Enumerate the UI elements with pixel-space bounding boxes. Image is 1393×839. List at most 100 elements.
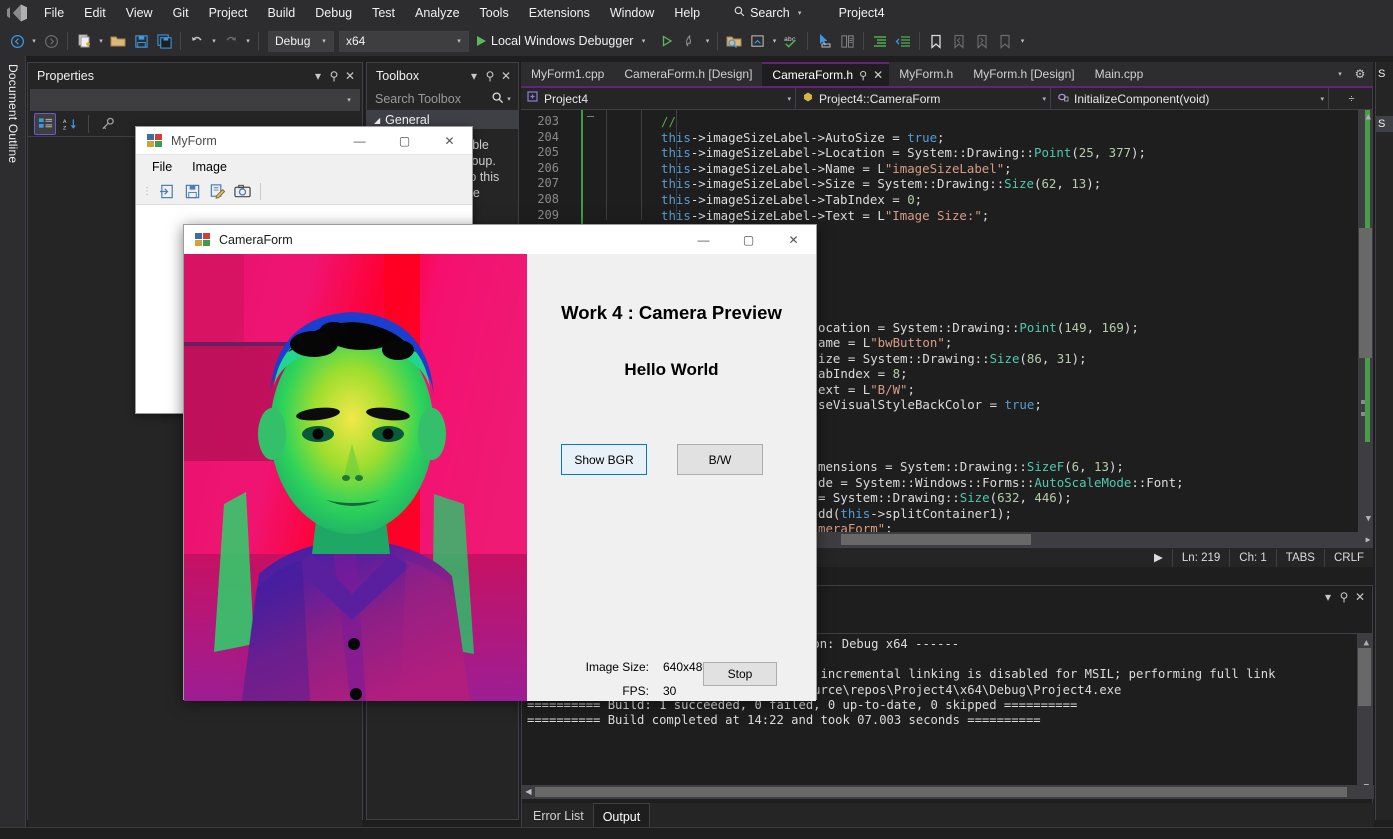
close-icon[interactable]: ✕ [873, 68, 883, 82]
tab-error-list[interactable]: Error List [524, 803, 593, 829]
toolbox-search-input[interactable]: Search Toolbox ▾ [367, 88, 518, 111]
myform-menu-image[interactable]: Image [184, 157, 235, 177]
camera-icon[interactable] [231, 181, 253, 203]
menu-file[interactable]: File [34, 2, 74, 24]
cameraform-title-bar[interactable]: CameraForm — ▢ ✕ [184, 225, 816, 254]
editor-vertical-scrollbar[interactable] [1358, 110, 1373, 547]
menu-help[interactable]: Help [664, 2, 710, 24]
properties-key-icon[interactable] [96, 113, 118, 135]
new-project-icon[interactable] [73, 30, 95, 52]
output-vertical-scrollbar[interactable]: ▲ ▼ [1357, 634, 1372, 794]
close-icon[interactable]: ✕ [1352, 590, 1368, 604]
open-image-icon[interactable] [156, 181, 178, 203]
code-line[interactable]: ext = L"B/W"; [818, 382, 915, 398]
tab-output[interactable]: Output [592, 803, 651, 829]
menu-git[interactable]: Git [163, 2, 199, 24]
menu-edit[interactable]: Edit [74, 2, 116, 24]
gear-icon[interactable]: ⚙ [1352, 67, 1368, 81]
play-outline-icon[interactable] [656, 30, 678, 52]
close-icon[interactable]: ✕ [498, 69, 514, 83]
global-search-box[interactable]: Search ▾ [726, 3, 813, 23]
code-line[interactable]: this->imageSizeLabel->Location = System:… [661, 145, 1146, 161]
stop-button[interactable]: Stop [703, 662, 777, 686]
window-layout-icon[interactable] [746, 30, 768, 52]
windows-taskbar[interactable] [0, 827, 1393, 839]
indent-icon[interactable] [869, 30, 891, 52]
edit-image-icon[interactable] [206, 181, 228, 203]
scrollbar-thumb[interactable] [1359, 228, 1372, 358]
editor-tab-myform1-cpp[interactable]: MyForm1.cpp [521, 62, 615, 86]
show-bgr-button[interactable]: Show BGR [561, 444, 647, 475]
chevron-down-icon[interactable]: ▾ [795, 9, 805, 17]
redo-chevron-icon[interactable]: ▾ [243, 37, 253, 45]
hot-reload-icon[interactable] [679, 30, 701, 52]
save-image-icon[interactable] [181, 181, 203, 203]
bookmark-icon[interactable] [925, 30, 947, 52]
editor-tab-myform-h[interactable]: MyForm.h [889, 62, 964, 86]
alphabetical-sort-icon[interactable]: AZ [59, 113, 81, 135]
solution-explorer-search-input[interactable]: S [1376, 116, 1393, 132]
toolbar-grip-icon[interactable]: ⋮ [142, 186, 152, 197]
myform-title-bar[interactable]: MyForm — ▢ ✕ [136, 127, 472, 155]
code-line[interactable]: // [661, 114, 676, 130]
pin-icon[interactable]: ⚲ [1336, 590, 1352, 604]
minimize-icon[interactable]: — [681, 226, 726, 254]
find-in-files-icon[interactable] [723, 30, 745, 52]
maximize-icon[interactable]: ▢ [382, 127, 427, 155]
navbar-member-combo[interactable]: InitializeComponent(void) ▾ [1051, 88, 1329, 109]
undo-icon[interactable] [186, 30, 208, 52]
output-horizontal-scrollbar[interactable]: ◀ [522, 785, 1374, 799]
toolbar-overflow-chevron-icon[interactable]: ▾ [1017, 37, 1027, 45]
search-icon[interactable] [492, 91, 504, 107]
split-editor-icon[interactable]: ÷ [1329, 88, 1373, 109]
bw-button[interactable]: B/W [677, 444, 763, 475]
close-icon[interactable]: ✕ [342, 69, 358, 83]
hscrollbar-thumb[interactable] [535, 787, 1347, 797]
start-debugging-button[interactable]: Local Windows Debugger ▾ [470, 30, 655, 52]
code-line[interactable]: abIndex = 8; [818, 366, 908, 382]
code-line[interactable]: de = System::Windows::Forms::AutoScaleMo… [818, 475, 1184, 491]
open-file-icon[interactable] [107, 30, 129, 52]
code-line[interactable]: this->imageSizeLabel->Name = L"imageSize… [661, 161, 1012, 177]
bookmark-clear-icon[interactable] [994, 30, 1016, 52]
chevron-down-icon[interactable]: ▾ [1320, 590, 1336, 604]
pin-icon[interactable]: ⚲ [326, 69, 342, 83]
menu-build[interactable]: Build [257, 2, 305, 24]
indent-mode-indicator[interactable]: TABS [1275, 548, 1324, 567]
save-all-icon[interactable] [153, 30, 175, 52]
pointer-select-icon[interactable] [813, 30, 835, 52]
scroll-down-arrow-icon[interactable]: ▼ [1366, 514, 1371, 524]
menu-analyze[interactable]: Analyze [405, 2, 469, 24]
hscrollbar-thumb[interactable] [841, 534, 1031, 545]
back-history-chevron-icon[interactable]: ▾ [29, 37, 39, 45]
outdent-icon[interactable] [892, 30, 914, 52]
navbar-project-combo[interactable]: Project4 ▾ [521, 88, 796, 109]
close-icon[interactable]: ✕ [771, 226, 816, 254]
outlining-collapse-marker[interactable] [587, 116, 594, 117]
categorized-view-icon[interactable] [34, 112, 56, 135]
pin-icon[interactable]: ⚲ [859, 69, 867, 82]
menu-debug[interactable]: Debug [305, 2, 362, 24]
redo-icon[interactable] [220, 30, 242, 52]
undo-chevron-icon[interactable]: ▾ [209, 37, 219, 45]
spell-check-abc-icon[interactable]: abc [780, 30, 802, 52]
solution-explorer-panel[interactable]: S S [1375, 62, 1393, 820]
chevron-down-icon[interactable]: ▾ [504, 95, 514, 103]
menu-view[interactable]: View [116, 2, 163, 24]
solution-configuration-combo[interactable]: Debug ▾ [268, 30, 334, 52]
pin-icon[interactable]: ⚲ [482, 69, 498, 83]
bookmark-next-icon[interactable] [971, 30, 993, 52]
bookmark-previous-icon[interactable] [948, 30, 970, 52]
code-line[interactable]: seVisualStyleBackColor = true; [818, 397, 1042, 413]
save-icon[interactable] [130, 30, 152, 52]
new-project-chevron-icon[interactable]: ▾ [96, 37, 106, 45]
chevron-down-icon[interactable]: ▾ [466, 69, 482, 83]
code-line[interactable]: this->imageSizeLabel->Text = L"Image Siz… [661, 208, 989, 224]
navigate-back-icon[interactable] [6, 30, 28, 52]
menu-tools[interactable]: Tools [470, 2, 519, 24]
code-line[interactable]: ame = L"bwButton"; [818, 335, 952, 351]
window-layout-chevron-icon[interactable]: ▾ [769, 37, 779, 45]
document-outline-tab-strip[interactable]: Document Outline [0, 56, 26, 839]
editor-tab-main-cpp[interactable]: Main.cpp [1084, 62, 1154, 86]
hot-reload-chevron-icon[interactable]: ▾ [702, 37, 712, 45]
